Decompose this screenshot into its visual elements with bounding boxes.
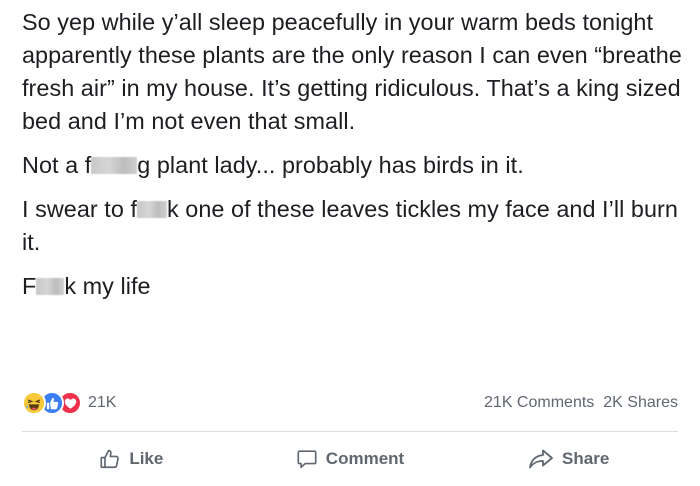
comment-button[interactable]: Comment	[241, 440, 460, 478]
post-actions-bar: Like Comment Share	[22, 440, 678, 478]
thumbs-up-icon	[99, 448, 121, 470]
post-paragraph: Fk my life	[22, 270, 688, 303]
text-segment: k my life	[64, 273, 151, 299]
censored-text-blur	[91, 157, 138, 174]
post-paragraph: I swear to fk one of these leaves tickle…	[22, 193, 688, 259]
shares-count-link[interactable]: 2K Shares	[603, 394, 678, 412]
censored-text-blur	[137, 201, 167, 218]
divider	[22, 431, 678, 432]
post-paragraph: So yep while y’all sleep peacefully in y…	[22, 9, 682, 134]
share-button[interactable]: Share	[459, 440, 678, 478]
engagement-counts: 21K Comments 2K Shares	[484, 394, 678, 412]
reactions-summary[interactable]: 21K	[22, 390, 116, 416]
text-segment: F	[22, 273, 37, 299]
post-paragraph: Not a f g plant lady... probably has bird…	[22, 149, 688, 182]
text-segment: I swear to f	[22, 196, 137, 222]
comment-button-label: Comment	[325, 449, 405, 468]
text-segment: Not a f	[22, 152, 92, 178]
comment-bubble-icon	[296, 448, 318, 470]
like-button[interactable]: Like	[22, 440, 241, 478]
reaction-count[interactable]: 21K	[88, 394, 116, 412]
censored-text-blur	[36, 278, 65, 295]
comments-count-link[interactable]: 21K Comments	[484, 394, 594, 412]
share-button-label: Share	[562, 449, 610, 468]
post-body: So yep while y’all sleep peacefully in y…	[22, 6, 688, 314]
haha-reaction-icon	[22, 391, 46, 415]
like-button-label: Like	[129, 449, 164, 468]
share-arrow-icon	[528, 448, 554, 470]
engagement-bar: 21K 21K Comments 2K Shares	[22, 389, 680, 417]
text-segment: g plant lady... probably has birds in it…	[137, 152, 524, 178]
